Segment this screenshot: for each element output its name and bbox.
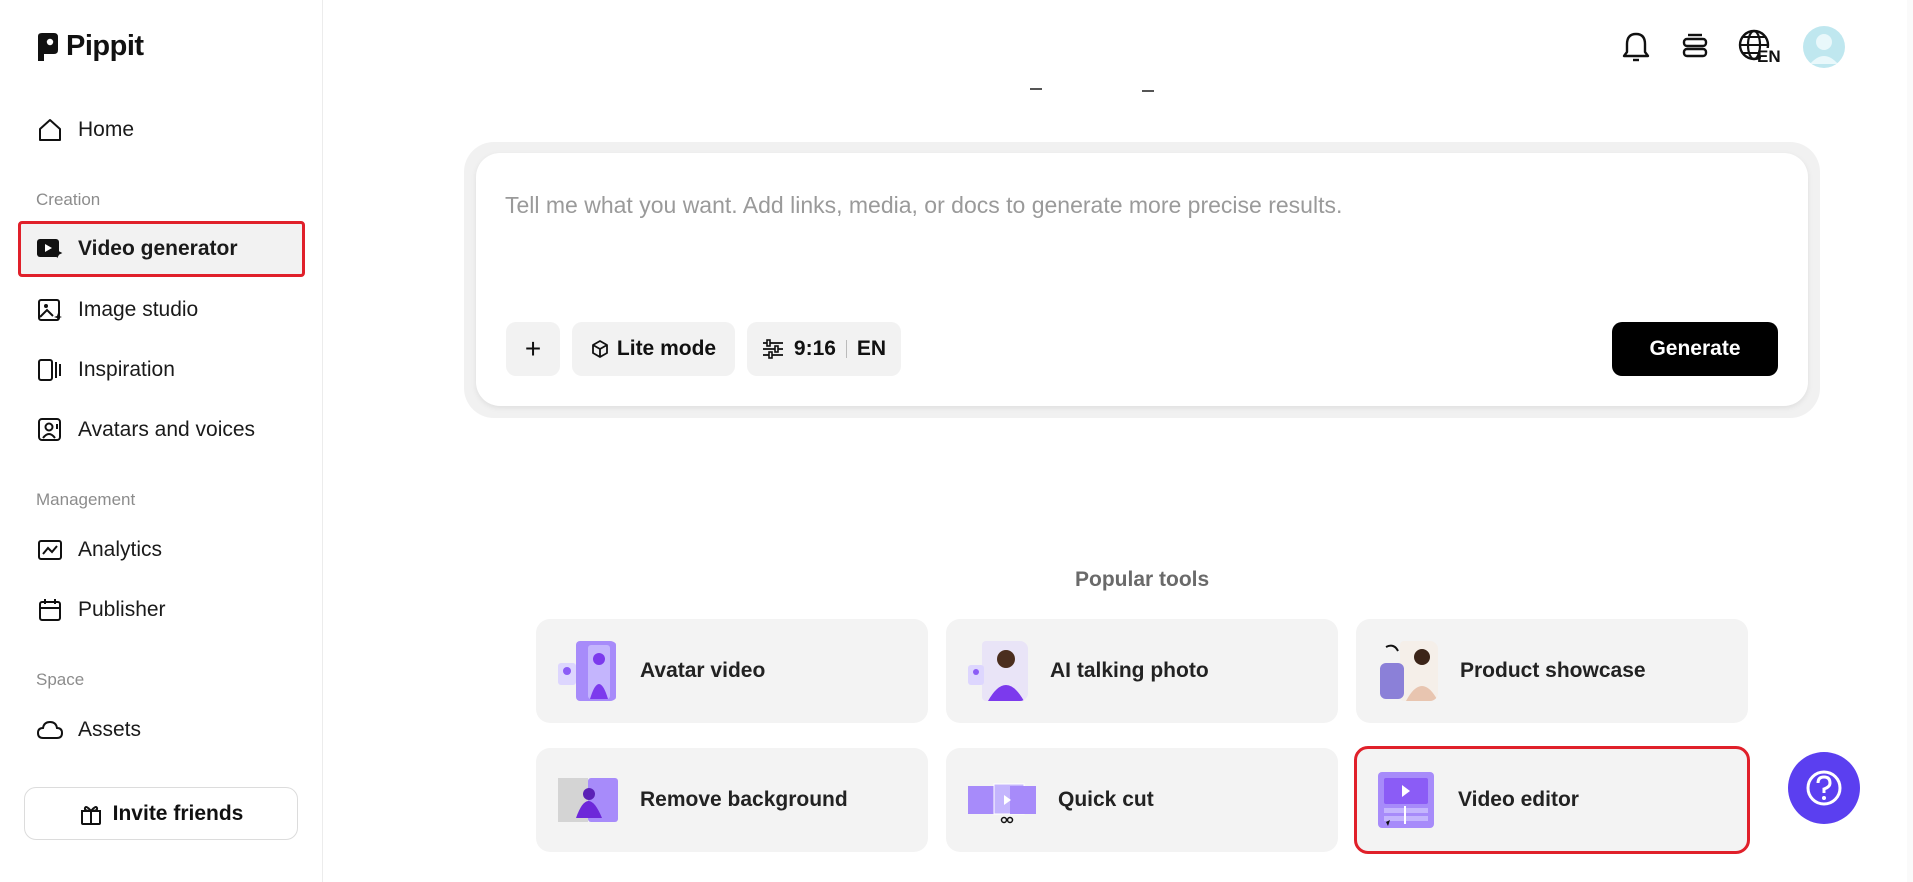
user-avatar[interactable] — [1803, 26, 1845, 68]
sidebar-item-home[interactable]: Home — [18, 102, 305, 158]
sidebar-item-analytics[interactable]: Analytics — [18, 522, 305, 578]
sidebar-item-label: Video generator — [78, 237, 238, 260]
product-showcase-thumbnail — [1378, 641, 1438, 701]
invite-friends-button[interactable]: Invite friends — [24, 787, 298, 840]
tool-label: Video editor — [1458, 788, 1579, 811]
gift-icon — [80, 805, 101, 825]
logo[interactable]: Pippit — [36, 30, 144, 63]
help-icon — [1806, 770, 1842, 806]
tool-avatar-video[interactable]: Avatar video — [536, 619, 928, 723]
tool-remove-background[interactable]: Remove background — [536, 748, 928, 852]
help-button[interactable] — [1788, 752, 1860, 824]
bell-icon — [1622, 32, 1650, 62]
language-code: EN — [1757, 47, 1781, 66]
tool-ai-talking-photo[interactable]: AI talking photo — [946, 619, 1338, 723]
popular-tools-title: Popular tools — [1075, 568, 1210, 591]
heading-fragment — [1142, 90, 1154, 92]
ai-talking-photo-thumbnail — [968, 641, 1028, 701]
sidebar-item-label: Analytics — [78, 538, 163, 561]
tool-label: Product showcase — [1460, 659, 1646, 682]
home-icon — [36, 116, 64, 144]
pippit-logo-icon — [38, 32, 58, 61]
sidebar-item-label: Avatars and voices — [78, 418, 256, 441]
analytics-icon — [36, 536, 64, 564]
credits-button[interactable] — [1676, 28, 1714, 66]
add-attachment-button[interactable]: + — [506, 322, 560, 376]
tool-label: Quick cut — [1058, 788, 1154, 811]
sidebar-item-inspiration[interactable]: Inspiration — [18, 342, 305, 398]
calendar-icon — [36, 596, 64, 624]
sliders-icon — [762, 339, 783, 359]
plus-icon: + — [524, 333, 542, 364]
tool-quick-cut[interactable]: Quick cut — [946, 748, 1338, 852]
language-button[interactable]: EN — [1736, 28, 1784, 66]
generate-label: Generate — [1649, 337, 1741, 360]
stack-icon — [1682, 33, 1708, 58]
tool-video-editor[interactable]: Video editor — [1354, 746, 1750, 854]
sidebar-item-video-generator[interactable]: Video generator — [18, 221, 305, 277]
user-avatar-icon — [1810, 34, 1838, 64]
section-label-management: Management — [36, 490, 136, 509]
notifications-button[interactable] — [1617, 28, 1655, 66]
remove-background-thumbnail — [558, 770, 618, 830]
avatar-voice-icon — [36, 416, 64, 444]
sidebar-item-avatars-voices[interactable]: Avatars and voices — [18, 402, 305, 458]
app-name: Pippit — [66, 30, 144, 62]
sidebar-item-assets[interactable]: Assets — [18, 702, 305, 758]
sidebar-item-label: Inspiration — [78, 358, 175, 381]
inspiration-icon — [36, 356, 64, 384]
language-label: EN — [856, 337, 887, 360]
section-label-creation: Creation — [36, 190, 101, 209]
divider — [845, 340, 847, 358]
mode-label: Lite mode — [616, 337, 717, 360]
image-studio-icon — [36, 296, 64, 324]
sidebar-item-label: Publisher — [78, 598, 166, 621]
quick-cut-thumbnail — [968, 770, 1036, 830]
tool-product-showcase[interactable]: Product showcase — [1356, 619, 1748, 723]
cube-icon — [592, 340, 608, 358]
prompt-input[interactable]: Tell me what you want. Add links, media,… — [505, 192, 1342, 219]
aspect-ratio-label: 9:16 — [793, 337, 836, 360]
mode-selector[interactable]: Lite mode — [572, 322, 735, 376]
generate-button[interactable]: Generate — [1612, 322, 1778, 376]
invite-friends-label: Invite friends — [112, 801, 244, 825]
sidebar-item-label: Image studio — [78, 298, 199, 321]
video-generator-icon — [36, 235, 64, 263]
video-editor-thumbnail — [1376, 770, 1436, 830]
tool-label: Remove background — [640, 788, 848, 811]
sidebar-item-publisher[interactable]: Publisher — [18, 582, 305, 638]
tool-label: AI talking photo — [1050, 659, 1209, 682]
tool-label: Avatar video — [640, 659, 766, 682]
heading-fragment — [1030, 88, 1042, 90]
cloud-icon — [36, 716, 64, 744]
sidebar-item-image-studio[interactable]: Image studio — [18, 282, 305, 338]
sidebar-item-label: Assets — [78, 718, 142, 741]
settings-selector[interactable]: 9:16 EN — [747, 322, 901, 376]
scrollbar[interactable] — [1907, 0, 1913, 882]
avatar-video-thumbnail — [558, 641, 618, 701]
sidebar-item-label: Home — [78, 118, 135, 141]
sidebar: Pippit Home Creation Video generator Ima… — [0, 0, 323, 882]
section-label-space: Space — [36, 670, 85, 689]
